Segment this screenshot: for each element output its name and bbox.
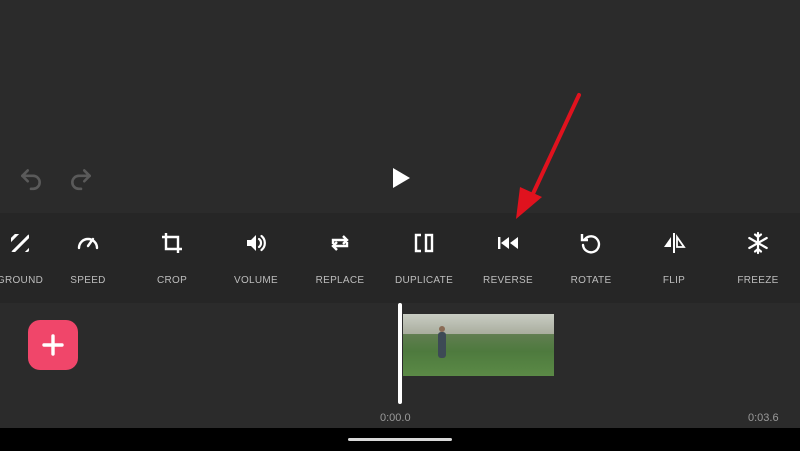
- tool-crop[interactable]: CROP: [130, 213, 214, 303]
- volume-icon: [247, 234, 266, 252]
- play-icon[interactable]: [390, 166, 412, 190]
- clip-frame-background: [493, 314, 554, 334]
- start-time: 0:00.0: [380, 412, 411, 424]
- snowflake-icon: [748, 231, 768, 255]
- tool-label: FREEZE: [737, 275, 779, 286]
- tool-flip[interactable]: FLIP: [632, 213, 716, 303]
- video-clip-thumbnail[interactable]: [493, 314, 554, 376]
- tool-reverse[interactable]: REVERSE: [466, 213, 550, 303]
- plus-icon: [42, 334, 64, 356]
- clip-figure: [438, 332, 446, 358]
- undo-icon[interactable]: [18, 165, 44, 191]
- crop-icon: [162, 233, 182, 253]
- timeline: 0:00.0 0:03.6: [0, 303, 800, 428]
- tool-duplicate[interactable]: DUPLICATE: [382, 213, 466, 303]
- tool-replace[interactable]: REPLACE: [298, 213, 382, 303]
- edit-toolbar: GROUND SPEED CROP VOLUME REPLACE DUPLICA…: [0, 213, 800, 303]
- video-preview: [0, 0, 800, 213]
- speed-gauge-icon: [77, 237, 99, 250]
- tool-volume[interactable]: VOLUME: [214, 213, 298, 303]
- tool-freeze[interactable]: FREEZE: [716, 213, 800, 303]
- end-time: 0:03.6: [748, 412, 779, 424]
- tool-speed[interactable]: SPEED: [46, 213, 130, 303]
- rotate-icon: [580, 234, 601, 254]
- reverse-icon: [498, 237, 518, 249]
- redo-icon[interactable]: [68, 165, 94, 191]
- home-gesture-bar[interactable]: [348, 438, 452, 441]
- duplicate-icon: [414, 233, 434, 253]
- background-icon: [11, 234, 29, 252]
- clip-frame-background: [403, 314, 493, 334]
- playhead[interactable]: [398, 303, 402, 404]
- tool-rotate[interactable]: ROTATE: [549, 213, 633, 303]
- replace-icon: [331, 235, 349, 251]
- add-media-button[interactable]: [28, 320, 78, 370]
- flip-icon: [664, 233, 686, 253]
- system-nav-bar: [0, 428, 800, 451]
- video-clip-thumbnail[interactable]: [403, 314, 493, 376]
